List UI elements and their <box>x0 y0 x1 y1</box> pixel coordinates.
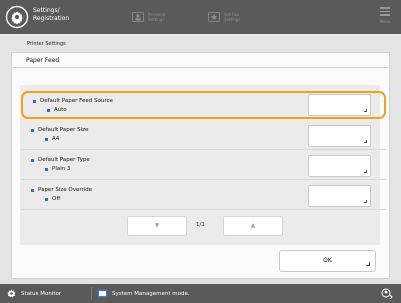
setting-row-paper-type[interactable]: Default Paper Type Plain 3 <box>21 152 386 180</box>
ok-button[interactable]: OK <box>279 250 376 272</box>
setting-value: A4 <box>44 136 60 142</box>
star-icon <box>208 12 220 22</box>
panel-title: Paper Feed <box>26 57 60 64</box>
top-bar: Settings/ Registration Personal Settings… <box>0 0 401 34</box>
monitor-icon <box>97 289 108 298</box>
setting-value: Off <box>44 196 61 202</box>
content-area: Printer Settings Paper Feed Default Pape… <box>0 34 401 284</box>
personal-settings-label-2: Settings <box>148 17 165 22</box>
setting-label: Default Paper Type <box>31 157 90 163</box>
menu-label: Menu <box>379 18 391 24</box>
scroll-up-button[interactable]: ▲ <box>223 216 283 236</box>
setting-label: Paper Size Override <box>30 187 93 193</box>
status-monitor-button[interactable]: Status Monitor <box>6 289 61 298</box>
setting-change-button[interactable] <box>308 155 371 177</box>
setting-value: Auto <box>47 107 67 113</box>
status-bar: Status Monitor System Management mode. <box>0 284 401 303</box>
personal-settings-button[interactable]: Personal Settings <box>132 7 165 27</box>
person-icon <box>132 12 144 22</box>
system-mode-indicator: System Management mode. <box>97 289 190 298</box>
divider <box>13 67 388 68</box>
gear-icon[interactable] <box>5 5 29 29</box>
setting-change-button[interactable] <box>308 185 371 207</box>
system-mode-label: System Management mode. <box>112 290 190 297</box>
divider <box>91 287 92 300</box>
setting-value: Plain 3 <box>44 166 71 172</box>
setting-row-paper-size-override[interactable]: Paper Size Override Off <box>21 182 386 210</box>
scroll-down-button[interactable]: ▼ <box>127 216 187 236</box>
setting-change-button[interactable] <box>308 125 371 147</box>
favorite-settings-label-2: Settings <box>224 17 241 22</box>
status-monitor-icon <box>7 289 16 298</box>
menu-icon <box>377 7 393 16</box>
breadcrumb: Printer Settings <box>27 41 66 47</box>
setting-label: Default Paper Feed Source <box>33 98 113 104</box>
setting-row-paper-feed-source[interactable]: Default Paper Feed Source Auto <box>21 91 386 119</box>
app-title: Settings/ Registration <box>33 7 69 23</box>
favorite-settings-button[interactable]: Set Fav. Settings <box>208 7 240 27</box>
setting-change-button[interactable] <box>308 94 371 116</box>
app-title-line1: Settings/ <box>33 7 60 14</box>
setting-row-paper-size[interactable]: Default Paper Size A4 <box>21 122 386 150</box>
menu-button[interactable]: Menu <box>377 5 393 27</box>
user-switch-icon[interactable] <box>381 288 393 299</box>
setting-label: Default Paper Size <box>30 127 89 133</box>
app-title-line2: Registration <box>33 15 70 22</box>
status-monitor-label: Status Monitor <box>21 290 62 297</box>
page-indicator: 1/1 <box>196 222 205 228</box>
